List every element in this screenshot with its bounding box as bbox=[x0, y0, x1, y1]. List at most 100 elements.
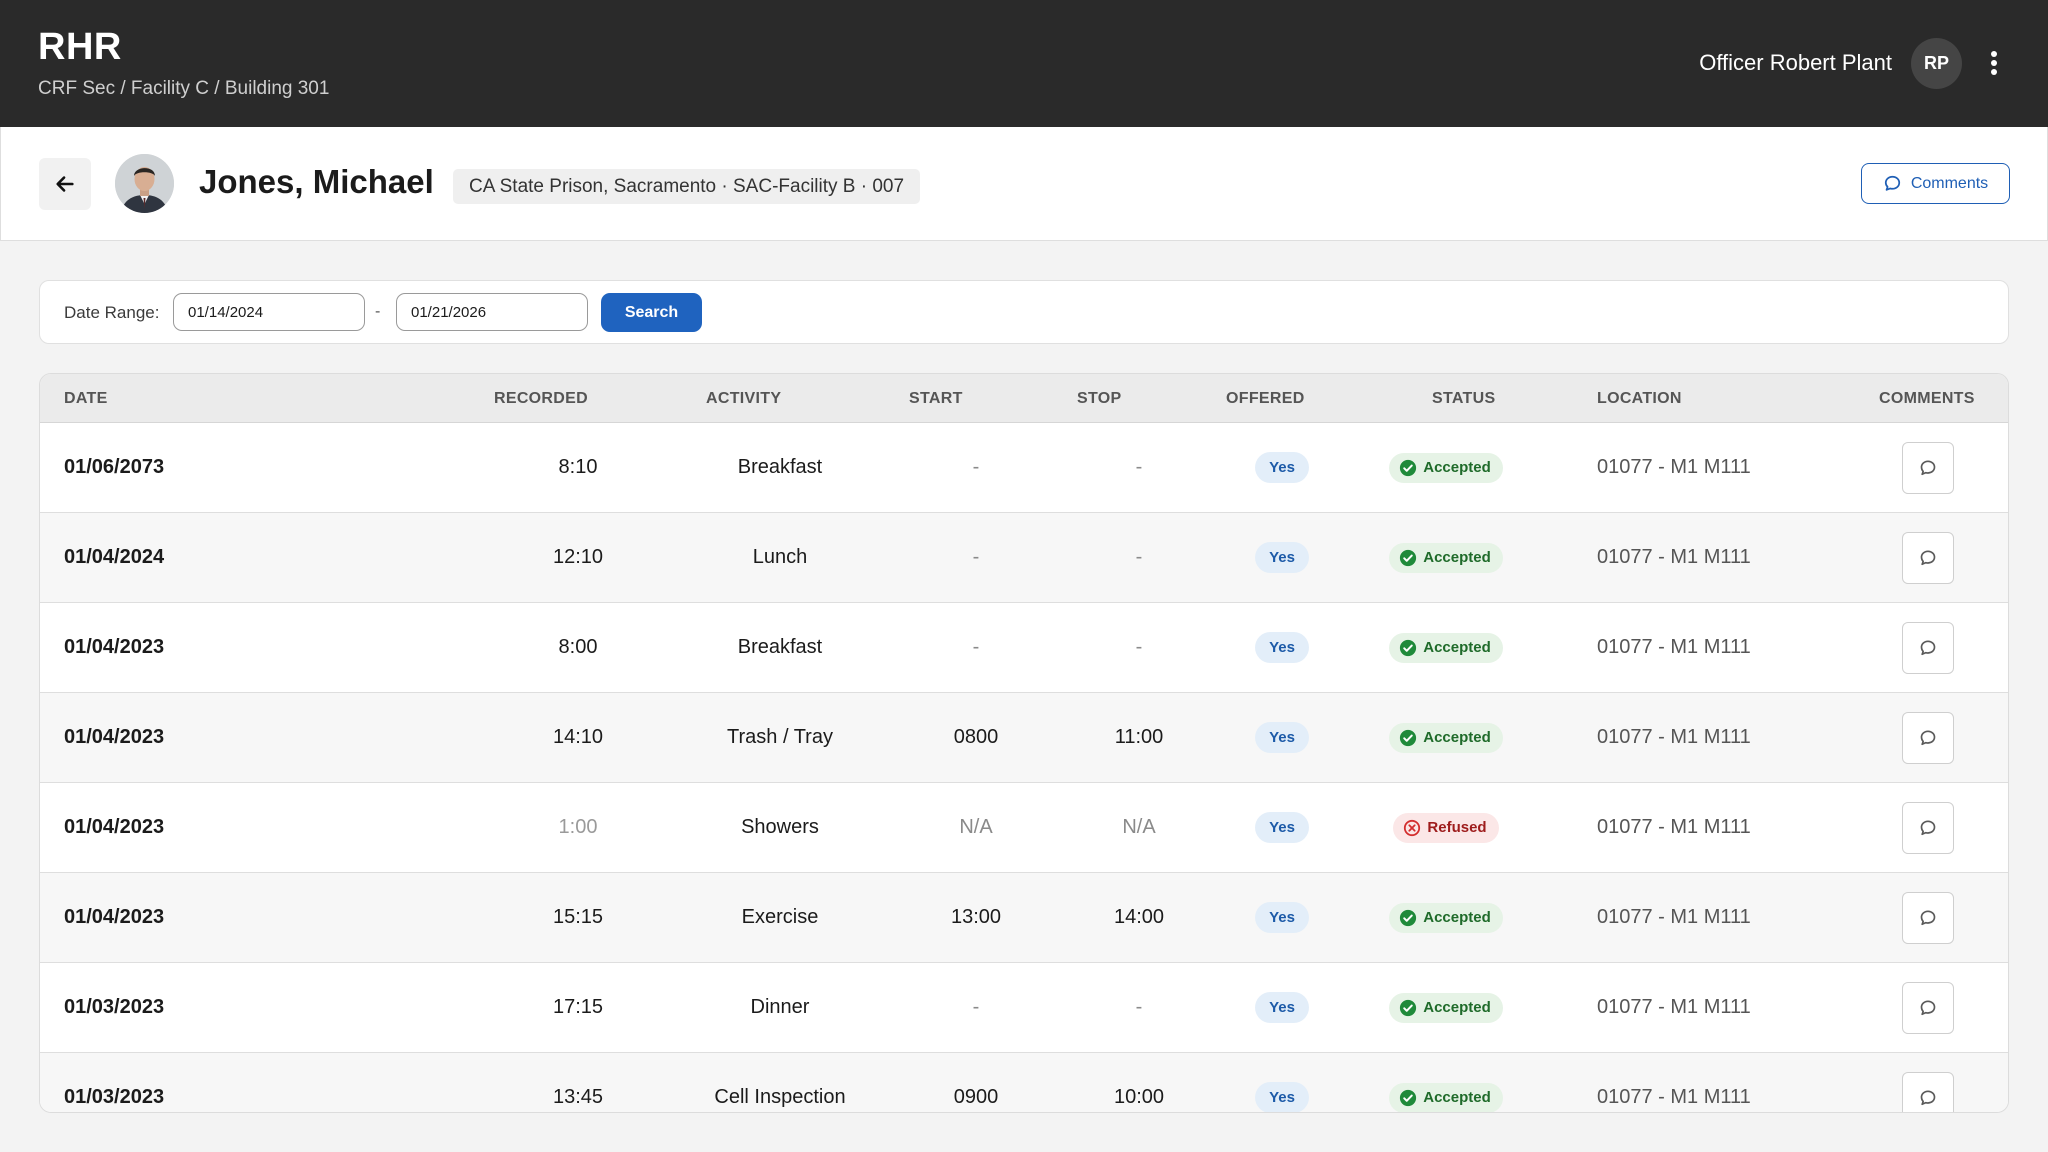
column-header-stop[interactable]: STOP bbox=[1077, 390, 1121, 408]
row-comment-button[interactable] bbox=[1902, 621, 1954, 674]
cell-activity: Breakfast bbox=[737, 636, 823, 658]
status-label: Accepted bbox=[1423, 459, 1491, 476]
row-comment-button[interactable] bbox=[1902, 531, 1954, 584]
check-circle-icon bbox=[1400, 909, 1417, 926]
column-header-date[interactable]: DATE bbox=[64, 390, 108, 408]
status-label: Accepted bbox=[1423, 639, 1491, 656]
column-header-activity[interactable]: ACTIVITY bbox=[706, 390, 781, 408]
cell-activity: Lunch bbox=[752, 546, 808, 568]
status-badge: Accepted bbox=[1389, 452, 1503, 483]
app-bar: RHR CRF Sec / Facility C / Building 301 … bbox=[0, 0, 2048, 127]
user-avatar[interactable]: RP bbox=[1911, 38, 1962, 89]
status-badge: Accepted bbox=[1389, 1082, 1503, 1112]
date-range-separator: - bbox=[375, 303, 381, 320]
back-button[interactable] bbox=[39, 158, 91, 210]
cell-date: 01/03/2023 bbox=[64, 1086, 165, 1108]
cell-activity: Breakfast bbox=[737, 456, 823, 478]
row-comment-button[interactable] bbox=[1902, 981, 1954, 1034]
table-row[interactable]: 01/06/2073 8:10 Breakfast - - Yes Accepted 0107… bbox=[40, 423, 2008, 513]
table-row[interactable]: 01/03/2023 13:45 Cell Inspection 0900 10:00 Y… bbox=[40, 1053, 2008, 1112]
cell-start: - bbox=[972, 546, 980, 568]
status-label: Accepted bbox=[1423, 1089, 1491, 1106]
cell-activity: Showers bbox=[741, 816, 819, 838]
offered-badge: Yes bbox=[1255, 1082, 1309, 1112]
search-button[interactable]: Search bbox=[601, 293, 702, 332]
date-range-label: Date Range: bbox=[64, 303, 160, 322]
status-badge: Accepted bbox=[1389, 632, 1503, 663]
cell-start: 13:00 bbox=[950, 906, 1002, 928]
breadcrumb[interactable]: CRF Sec / Facility C / Building 301 bbox=[38, 78, 329, 100]
arrow-left-icon bbox=[56, 176, 74, 192]
column-header-location[interactable]: LOCATION bbox=[1597, 390, 1682, 408]
row-comment-button[interactable] bbox=[1902, 711, 1954, 764]
cell-comments bbox=[1902, 693, 1954, 782]
cell-offered: Yes bbox=[1192, 873, 1372, 962]
date-from-input[interactable] bbox=[173, 293, 365, 331]
app-title: RHR bbox=[38, 26, 122, 68]
offered-badge: Yes bbox=[1255, 902, 1309, 933]
column-header-start[interactable]: START bbox=[909, 390, 963, 408]
cell-offered: Yes bbox=[1192, 693, 1372, 782]
cell-comments bbox=[1902, 873, 1954, 962]
cell-date: 01/06/2073 bbox=[64, 456, 165, 478]
cell-offered: Yes bbox=[1192, 1053, 1372, 1112]
cell-offered: Yes bbox=[1192, 423, 1372, 512]
status-label: Accepted bbox=[1423, 729, 1491, 746]
person-photo bbox=[115, 154, 174, 213]
table-row[interactable]: 01/03/2023 17:15 Dinner - - Yes Accepted 01077 … bbox=[40, 963, 2008, 1053]
offered-badge: Yes bbox=[1255, 992, 1309, 1023]
cell-offered: Yes bbox=[1192, 603, 1372, 692]
table-row[interactable]: 01/04/2023 14:10 Trash / Tray 0800 11:00 Yes A… bbox=[40, 693, 2008, 783]
comments-button[interactable]: Comments bbox=[1861, 163, 2010, 204]
user-name: Officer Robert Plant bbox=[1699, 50, 1892, 75]
offered-badge: Yes bbox=[1255, 452, 1309, 483]
cell-status: Refused bbox=[1356, 783, 1536, 872]
row-comment-button[interactable] bbox=[1902, 891, 1954, 944]
cell-start: N/A bbox=[959, 816, 993, 838]
cell-comments bbox=[1902, 963, 1954, 1052]
column-header-recorded[interactable]: RECORDED bbox=[494, 390, 588, 408]
column-header-status[interactable]: STATUS bbox=[1432, 390, 1495, 408]
comment-bubble-icon bbox=[1884, 175, 1900, 191]
table-header: DATE RECORDED ACTIVITY START STOP OFFERE… bbox=[40, 374, 2008, 423]
offered-badge: Yes bbox=[1255, 542, 1309, 573]
cell-date: 01/04/2023 bbox=[64, 726, 165, 748]
check-circle-icon bbox=[1400, 639, 1417, 656]
date-to-input[interactable] bbox=[396, 293, 588, 331]
facility-chip: CA State Prison, Sacramento · SAC-Facili… bbox=[453, 169, 921, 204]
more-vertical-icon[interactable] bbox=[1986, 46, 2002, 80]
offered-badge: Yes bbox=[1255, 632, 1309, 663]
status-badge: Accepted bbox=[1389, 992, 1503, 1023]
row-comment-button[interactable] bbox=[1902, 801, 1954, 854]
table-row[interactable]: 01/04/2023 1:00 Showers N/A N/A Yes Refused 010… bbox=[40, 783, 2008, 873]
table-row[interactable]: 01/04/2023 8:00 Breakfast - - Yes Accepted 0107… bbox=[40, 603, 2008, 693]
check-circle-icon bbox=[1400, 459, 1417, 476]
cell-status: Accepted bbox=[1356, 423, 1536, 512]
cell-status: Accepted bbox=[1356, 693, 1536, 782]
table-row[interactable]: 01/04/2023 15:15 Exercise 13:00 14:00 Yes Acce… bbox=[40, 873, 2008, 963]
cell-status: Accepted bbox=[1356, 513, 1536, 602]
column-header-comments[interactable]: COMMENTS bbox=[1879, 390, 1975, 408]
column-header-offered[interactable]: OFFERED bbox=[1226, 390, 1305, 408]
cell-location: 01077 - M1 M111 bbox=[1597, 636, 1751, 658]
status-badge: Accepted bbox=[1389, 722, 1503, 753]
cell-date: 01/04/2023 bbox=[64, 816, 165, 838]
cell-start: - bbox=[972, 456, 980, 478]
status-label: Accepted bbox=[1423, 909, 1491, 926]
status-label: Refused bbox=[1427, 819, 1487, 836]
comment-bubble-icon bbox=[1920, 730, 1936, 745]
cell-date: 01/03/2023 bbox=[64, 996, 165, 1018]
cell-date: 01/04/2024 bbox=[64, 546, 165, 568]
comment-bubble-icon bbox=[1920, 550, 1936, 565]
person-header: Jones, Michael CA State Prison, Sacramen… bbox=[0, 127, 2048, 241]
cell-offered: Yes bbox=[1192, 783, 1372, 872]
cell-location: 01077 - M1 M111 bbox=[1597, 816, 1751, 838]
row-comment-button[interactable] bbox=[1902, 441, 1954, 494]
cell-location: 01077 - M1 M111 bbox=[1597, 1086, 1751, 1108]
offered-badge: Yes bbox=[1255, 812, 1309, 843]
cell-start: - bbox=[972, 636, 980, 658]
cell-status: Accepted bbox=[1356, 963, 1536, 1052]
table-row[interactable]: 01/04/2024 12:10 Lunch - - Yes Accepted 01077 -… bbox=[40, 513, 2008, 603]
cell-offered: Yes bbox=[1192, 513, 1372, 602]
row-comment-button[interactable] bbox=[1902, 1071, 1954, 1112]
